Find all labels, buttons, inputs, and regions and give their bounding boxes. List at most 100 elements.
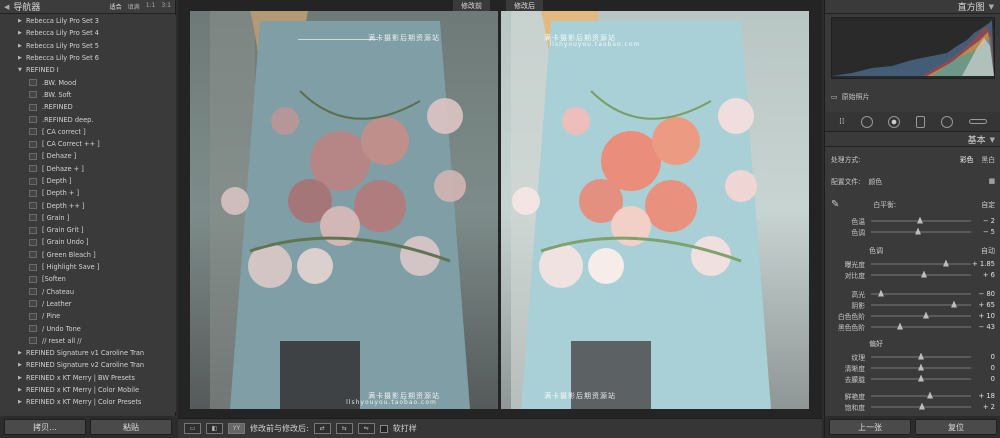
navigator-header[interactable]: ◀ 导航器 适合 填满 1:1 3:1 [0,0,175,14]
slider-value[interactable]: − 5 [983,228,995,236]
slider-track[interactable] [871,216,971,224]
preset-item[interactable]: / Chateau [0,286,176,298]
preset-folder[interactable]: ▶ REFINED Signature v2 Caroline Tran [0,359,176,371]
tone-auto-button[interactable]: 自动 [981,246,995,256]
collapsed-triangle-icon[interactable]: ▶ [18,350,26,356]
slider-thumb[interactable] [918,374,924,382]
copy-button[interactable]: 拷贝... [4,419,86,435]
slider-track[interactable] [871,352,971,360]
wb-value[interactable]: 自定 [981,199,995,209]
slider-thumb[interactable] [919,402,925,410]
slider-thumb[interactable] [921,270,927,278]
preset-item[interactable]: [ Depth + ] [0,187,176,199]
slider-value[interactable]: + 6 [983,271,995,279]
reset-button[interactable]: 复位 [915,419,997,435]
preset-folder[interactable]: ▶ REFINED x KT Merry | Color Mobile [0,384,176,396]
copy-before-to-after-icon[interactable]: ⇄ [313,423,331,434]
crop-tool-icon[interactable]: ⁞⁞ [839,117,845,127]
preset-item[interactable]: [Soften [0,273,176,285]
slider-track[interactable] [871,402,971,410]
preset-item[interactable]: [ Dehaze ] [0,150,176,162]
slider-thumb[interactable] [897,322,903,330]
before-after-view-icon[interactable]: YY [228,423,245,434]
collapsed-triangle-icon[interactable]: ▶ [18,399,26,405]
collapsed-triangle-icon[interactable]: ▶ [18,362,26,368]
collapse-triangle-icon[interactable]: ◀ [4,3,9,11]
slider-value[interactable]: + 10 [978,312,995,320]
preset-folder[interactable]: ▶ Rebecca Lily Pro Set 3 [0,15,176,27]
slider-thumb[interactable] [918,352,924,360]
preset-folder[interactable]: ▶ Rebecca Lily Pro Set 5 [0,40,176,52]
compare-left-right-icon[interactable]: ◧ [206,423,223,434]
spot-removal-icon[interactable] [860,115,873,128]
zoom-fill[interactable]: 填满 [128,2,140,11]
preset-item[interactable]: [ CA Correct ++ ] [0,138,176,150]
preset-item[interactable]: / Undo Tone [0,322,176,334]
slider-thumb[interactable] [878,289,884,297]
preset-item[interactable]: .REFINED deep. [0,113,176,125]
collapsed-triangle-icon[interactable]: ▶ [18,30,26,36]
preset-folder[interactable]: ▶ Rebecca Lily Pro Set 6 [0,52,176,64]
preset-item[interactable]: / Leather [0,298,176,310]
slider-thumb[interactable] [923,311,929,319]
zoom-1-1[interactable]: 1:1 [146,2,156,11]
slider-track[interactable] [871,300,971,308]
basic-header[interactable]: 基本 ▼ [825,133,1000,147]
slider-track[interactable] [871,270,971,278]
preset-folder[interactable]: ▶ REFINED x KT Merry | BW Presets [0,372,176,384]
zoom-3-1[interactable]: 3:1 [161,2,171,11]
preset-item[interactable]: .REFINED [0,101,176,113]
preset-item[interactable]: [ Highlight Save ] [0,261,176,273]
paste-button[interactable]: 粘贴 [90,419,172,435]
collapse-triangle-icon[interactable]: ▼ [990,136,995,144]
profile-browser-icon[interactable]: ▦ [989,177,995,185]
preset-folder[interactable]: ▶ REFINED x KT Merry | Color Presets [0,396,176,408]
preset-folder[interactable]: ▶ REFINED Signature v1 Caroline Tran [0,347,176,359]
slider-thumb[interactable] [951,300,957,308]
wb-eyedropper-icon[interactable]: ✎ [831,199,839,210]
loupe-view-icon[interactable]: ▭ [184,423,201,434]
slider-value[interactable]: + 1.85 [972,260,995,268]
previous-button[interactable]: 上一张 [829,419,911,435]
swap-before-after-icon[interactable]: ⇋ [357,423,375,434]
slider-track[interactable] [871,391,971,399]
slider-thumb[interactable] [927,391,933,399]
preset-item[interactable]: [ Grain Grit ] [0,224,176,236]
collapsed-triangle-icon[interactable]: ▶ [18,375,26,381]
adjustment-brush-icon[interactable] [969,119,988,124]
slider-track[interactable] [871,311,971,319]
slider-track[interactable] [871,374,971,382]
preset-item[interactable]: .BW. Soft [0,89,176,101]
slider-track[interactable] [871,363,971,371]
slider-value[interactable]: − 2 [983,217,995,225]
preset-item[interactable]: [ CA correct ] [0,126,176,138]
soft-proof-checkbox[interactable] [379,424,388,433]
treatment-color[interactable]: 彩色 [960,154,974,164]
expanded-triangle-icon[interactable]: ▼ [18,67,26,73]
slider-value[interactable]: − 43 [978,323,995,331]
radial-filter-icon[interactable] [941,115,954,128]
copy-after-to-before-icon[interactable]: ⇆ [335,423,353,434]
slider-thumb[interactable] [917,216,923,224]
profile-value[interactable]: 颜色 [868,176,882,186]
preset-item[interactable]: [ Depth ++ ] [0,199,176,211]
treatment-bw[interactable]: 黑白 [981,154,995,164]
preset-item[interactable]: / Pine [0,310,176,322]
collapsed-triangle-icon[interactable]: ▶ [18,43,26,49]
zoom-fit[interactable]: 适合 [110,2,122,11]
preset-item[interactable]: [ Grain ] [0,212,176,224]
graduated-filter-icon[interactable] [916,115,926,128]
slider-value[interactable]: + 2 [983,403,995,411]
preset-item[interactable]: .BW. Mood [0,76,176,88]
slider-track[interactable] [871,322,971,330]
slider-track[interactable] [871,227,971,235]
preset-item[interactable]: [ Depth ] [0,175,176,187]
red-eye-icon[interactable] [888,115,901,128]
preset-item[interactable]: [ Grain Undo ] [0,236,176,248]
collapsed-triangle-icon[interactable]: ▶ [18,387,26,393]
slider-track[interactable] [871,289,971,297]
preset-item[interactable]: [ Green Bleach ] [0,249,176,261]
preset-item[interactable]: [ Dehaze + ] [0,163,176,175]
slider-value[interactable]: + 18 [978,392,995,400]
slider-thumb[interactable] [918,363,924,371]
